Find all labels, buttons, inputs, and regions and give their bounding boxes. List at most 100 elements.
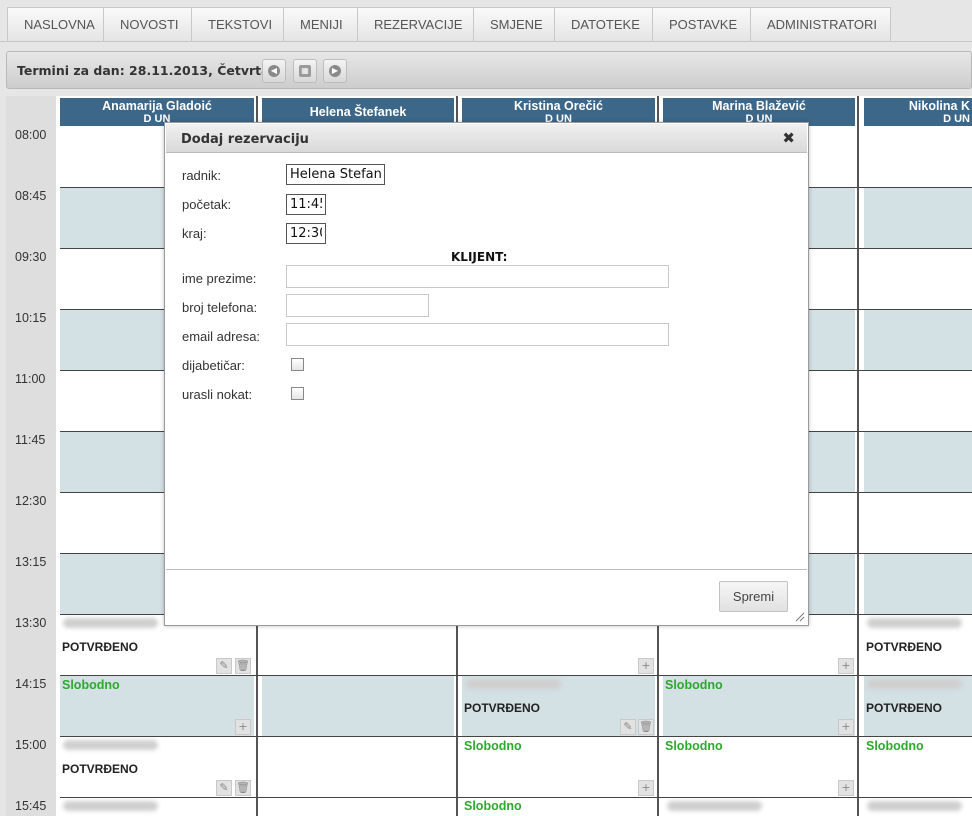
blurred-client-name bbox=[63, 740, 158, 750]
edit-icon[interactable]: ✎ bbox=[216, 780, 232, 796]
tabs-divider bbox=[0, 41, 972, 42]
phone-field[interactable] bbox=[286, 294, 429, 317]
tab-novosti[interactable]: NOVOSTI bbox=[103, 7, 192, 41]
end-time-field[interactable] bbox=[286, 223, 326, 244]
slot[interactable] bbox=[262, 737, 454, 797]
slot[interactable] bbox=[864, 188, 972, 248]
slot-divider bbox=[60, 675, 972, 676]
trash-icon[interactable]: 🗑 bbox=[235, 780, 251, 796]
slot[interactable] bbox=[864, 554, 972, 614]
blurred-client-name bbox=[867, 679, 962, 689]
worker-name: Helena Štefanek bbox=[309, 105, 407, 119]
worker-name: Nikolina K bbox=[908, 99, 970, 113]
edit-icon[interactable]: ✎ bbox=[620, 719, 636, 735]
slot[interactable] bbox=[864, 310, 972, 370]
worker-name: Kristina Orečić bbox=[514, 99, 603, 113]
start-label: početak: bbox=[182, 197, 232, 212]
end-label: kraj: bbox=[182, 226, 207, 241]
tab-meniji[interactable]: MENIJI bbox=[283, 7, 358, 41]
time-label: 10:15 bbox=[15, 311, 47, 325]
tab-tekstovi[interactable]: TEKSTOVI bbox=[191, 7, 284, 41]
arrow-right-icon: ▶ bbox=[329, 65, 341, 77]
prev-day-button[interactable]: ◀ bbox=[262, 59, 286, 83]
time-label: 13:30 bbox=[15, 616, 47, 630]
blurred-client-name bbox=[667, 801, 762, 811]
worker-name: Anamarija Gladoić bbox=[102, 99, 212, 113]
blurred-client-name bbox=[466, 679, 561, 689]
slot[interactable] bbox=[262, 676, 454, 736]
time-label: 08:45 bbox=[15, 189, 47, 203]
phone-label: broj telefona: bbox=[182, 300, 258, 315]
time-label: 14:15 bbox=[15, 677, 47, 691]
client-heading: KLIJENT: bbox=[451, 250, 508, 264]
status-free: Slobodno bbox=[866, 739, 924, 753]
next-day-button[interactable]: ▶ bbox=[323, 59, 347, 83]
add-icon[interactable]: + bbox=[638, 658, 654, 674]
add-icon[interactable]: + bbox=[838, 719, 854, 735]
dialog-title: Dodaj rezervaciju bbox=[181, 132, 309, 147]
add-icon[interactable]: + bbox=[838, 780, 854, 796]
tab-naslovna[interactable]: NASLOVNA bbox=[7, 7, 104, 41]
blurred-client-name bbox=[867, 618, 962, 628]
slot[interactable] bbox=[864, 493, 972, 553]
tab-postavke[interactable]: POSTAVKE bbox=[652, 7, 751, 41]
status-free: Slobodno bbox=[464, 739, 522, 753]
calendar-button[interactable]: ▦ bbox=[293, 59, 317, 83]
status-confirmed: POTVRĐENO bbox=[866, 701, 943, 715]
save-button[interactable]: Spremi bbox=[719, 581, 788, 612]
close-icon[interactable]: ✖ bbox=[782, 129, 795, 147]
worker-field[interactable] bbox=[286, 164, 385, 185]
worker-sub: D UN bbox=[943, 113, 970, 125]
add-icon[interactable]: + bbox=[235, 719, 251, 735]
email-field[interactable] bbox=[286, 323, 669, 346]
status-confirmed: POTVRĐENO bbox=[62, 640, 139, 654]
time-label: 11:45 bbox=[15, 433, 46, 447]
name-field[interactable] bbox=[286, 265, 669, 288]
trash-icon[interactable]: 🗑 bbox=[638, 719, 654, 735]
column-nikolina: Nikolina K D UN POTVRĐENO POTVRĐENO Slob… bbox=[864, 96, 972, 816]
time-label: 09:30 bbox=[15, 250, 47, 264]
dialog-titlebar[interactable]: Dodaj rezervaciju ✖ bbox=[166, 124, 807, 153]
slot[interactable] bbox=[864, 432, 972, 492]
slot[interactable] bbox=[864, 371, 972, 431]
blurred-client-name bbox=[867, 801, 962, 811]
trash-icon[interactable]: 🗑 bbox=[235, 658, 251, 674]
time-label: 12:30 bbox=[15, 494, 47, 508]
dialog-footer-divider bbox=[166, 569, 807, 570]
status-confirmed: POTVRĐENO bbox=[464, 701, 541, 715]
status-confirmed: POTVRĐENO bbox=[62, 762, 139, 776]
ingrown-nail-checkbox[interactable] bbox=[291, 387, 304, 400]
slot-divider bbox=[60, 736, 972, 737]
slot-divider bbox=[60, 797, 972, 798]
add-icon[interactable]: + bbox=[838, 658, 854, 674]
time-label: 15:45 bbox=[15, 799, 47, 813]
column-divider bbox=[857, 96, 859, 816]
name-label: ime prezime: bbox=[182, 271, 257, 286]
resize-handle-icon[interactable] bbox=[795, 612, 805, 622]
slot[interactable] bbox=[864, 249, 972, 309]
diabetic-label: dijabetičar: bbox=[182, 358, 245, 373]
tab-rezervacije[interactable]: REZERVACIJE bbox=[357, 7, 474, 41]
tab-administratori[interactable]: ADMINISTRATORI bbox=[750, 7, 891, 41]
blurred-client-name bbox=[63, 801, 158, 811]
add-reservation-dialog: Dodaj rezervaciju ✖ radnik: početak: kra… bbox=[164, 122, 809, 626]
tab-smjene[interactable]: SMJENE bbox=[473, 7, 555, 41]
day-title: Termini za dan: 28.11.2013, Četvrtak bbox=[17, 63, 278, 78]
edit-icon[interactable]: ✎ bbox=[216, 658, 232, 674]
day-toolbar: Termini za dan: 28.11.2013, Četvrtak ◀ ▦… bbox=[6, 51, 972, 89]
time-label: 15:00 bbox=[15, 738, 47, 752]
add-icon[interactable]: + bbox=[638, 780, 654, 796]
blurred-client-name bbox=[63, 618, 158, 628]
status-confirmed: POTVRĐENO bbox=[866, 640, 943, 654]
tab-datoteke[interactable]: DATOTEKE bbox=[554, 7, 653, 41]
status-free: Slobodno bbox=[665, 739, 723, 753]
arrow-left-icon: ◀ bbox=[268, 65, 280, 77]
status-free: Slobodno bbox=[464, 799, 522, 813]
diabetic-checkbox[interactable] bbox=[291, 358, 304, 371]
slot[interactable] bbox=[262, 798, 454, 816]
status-free: Slobodno bbox=[62, 678, 120, 692]
worker-name: Marina Blažević bbox=[712, 99, 806, 113]
main-nav: NASLOVNA NOVOSTI TEKSTOVI MENIJI REZERVA… bbox=[7, 7, 891, 41]
start-time-field[interactable] bbox=[286, 194, 326, 215]
slot[interactable] bbox=[864, 126, 972, 187]
